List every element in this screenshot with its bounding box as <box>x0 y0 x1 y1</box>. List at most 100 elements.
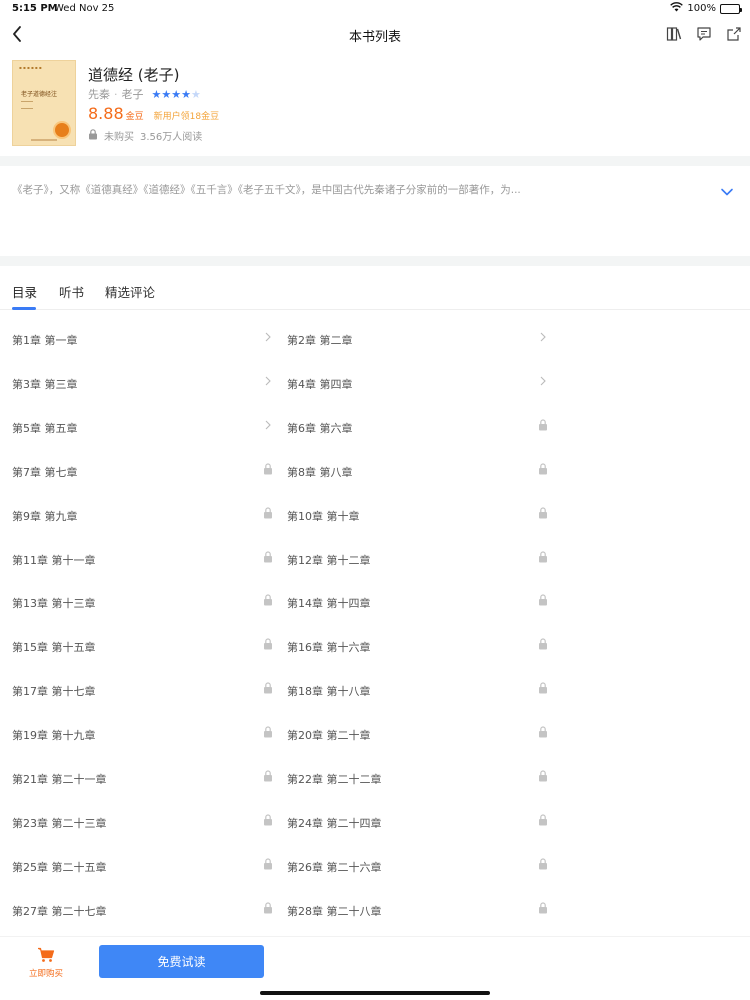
book-description: 《老子》，又称《道德真经》《道德经》《五千言》《老子五千文》，是中国古代先秦诸子… <box>12 184 521 196</box>
chapter-item[interactable]: 第5章 第五章 <box>12 404 274 448</box>
chapter-item[interactable]: 第25章 第二十五章 <box>12 843 274 887</box>
chapter-item[interactable]: 第12章 第十二章 <box>287 536 549 580</box>
buy-now-button[interactable]: 立即购买 <box>26 947 66 979</box>
lock-icon <box>537 725 549 739</box>
chevron-down-icon[interactable] <box>720 182 736 196</box>
chapter-item[interactable]: 第26章 第二十六章 <box>287 843 549 887</box>
chapter-label: 第22章 第二十二章 <box>287 773 382 786</box>
chapter-item[interactable]: 第20章 第二十章 <box>287 711 549 755</box>
lock-icon <box>262 681 274 695</box>
lock-icon <box>88 128 98 143</box>
chevron-right-icon <box>262 330 274 344</box>
chevron-right-icon <box>537 330 549 344</box>
share-icon[interactable] <box>724 24 744 44</box>
tab-listen[interactable]: 听书 <box>59 282 84 301</box>
lock-icon <box>537 506 549 520</box>
lock-icon <box>537 593 549 607</box>
lock-icon <box>262 637 274 651</box>
chapter-label: 第11章 第十一章 <box>12 553 96 567</box>
book-cover[interactable]: ▪ ▪ ▪ ▪ ▪ ▪ 老子道德经注 <box>12 60 76 146</box>
chapter-item[interactable]: 第6章 第六章 <box>287 404 549 448</box>
chapter-item[interactable]: 第13章 第十三章 <box>12 579 274 623</box>
purchase-status: 未购买 <box>104 132 134 143</box>
chapter-label: 第28章 第二十八章 <box>287 904 382 918</box>
chapter-label: 第15章 第十五章 <box>12 641 96 655</box>
meta-separator: · <box>114 87 118 101</box>
chapter-label: 第12章 第十二章 <box>287 553 371 567</box>
lock-icon <box>537 637 549 651</box>
chapter-label: 第13章 第十三章 <box>12 597 96 611</box>
rating-stars: ★ ★ ★ ★ ★ <box>152 88 201 101</box>
star-icon: ★ <box>191 87 201 101</box>
chapter-label: 第4章 第四章 <box>287 377 353 391</box>
tab-catalog[interactable]: 目录 <box>12 282 37 301</box>
chapter-item[interactable]: 第3章 第三章 <box>12 360 274 404</box>
chapter-label: 第16章 第十六章 <box>287 641 371 655</box>
chapter-item[interactable]: 第19章 第十九章 <box>12 711 274 755</box>
battery-percent: 100% <box>687 3 716 14</box>
lock-icon <box>262 506 274 520</box>
lock-icon <box>262 462 274 476</box>
promo-text[interactable]: 新用户领18金豆 <box>154 109 219 122</box>
chapter-label: 第6章 第六章 <box>287 421 353 435</box>
chapter-item[interactable]: 第14章 第十四章 <box>287 579 549 623</box>
lock-icon <box>262 813 274 827</box>
chapter-item[interactable]: 第2章 第二章 <box>287 316 549 360</box>
status-right: 100% <box>670 2 742 15</box>
chapter-item[interactable]: 第28章 第二十八章 <box>287 887 549 931</box>
chapter-item[interactable]: 第15章 第十五章 <box>12 623 274 667</box>
nav-actions <box>664 24 744 44</box>
home-indicator <box>260 991 490 995</box>
chapter-label: 第26章 第二十六章 <box>287 860 382 874</box>
chapter-label: 第25章 第二十五章 <box>12 860 107 874</box>
chapter-item[interactable]: 第23章 第二十三章 <box>12 799 274 843</box>
status-bar: 5:15 PM Wed Nov 25 100% <box>0 0 750 18</box>
status-date: Wed Nov 25 <box>54 3 115 14</box>
chapter-label: 第2章 第二章 <box>287 334 353 347</box>
chapter-item[interactable]: 第21章 第二十一章 <box>12 755 274 799</box>
chapter-item[interactable]: 第22章 第二十二章 <box>287 755 549 799</box>
book-meta: 先秦 · 老子 ★ ★ ★ ★ ★ <box>88 86 201 102</box>
chapter-item[interactable]: 第18章 第十八章 <box>287 667 549 711</box>
lock-icon <box>537 462 549 476</box>
chapter-item[interactable]: 第7章 第七章 <box>12 448 274 492</box>
chapter-label: 第5章 第五章 <box>12 421 78 435</box>
chapter-label: 第9章 第九章 <box>12 509 78 523</box>
chapter-item[interactable]: 第16章 第十六章 <box>287 623 549 667</box>
chapter-item[interactable]: 第24章 第二十四章 <box>287 799 549 843</box>
chapter-item[interactable]: 第4章 第四章 <box>287 360 549 404</box>
lock-icon <box>262 769 274 783</box>
chapter-label: 第24章 第二十四章 <box>287 816 382 830</box>
tab-reviews[interactable]: 精选评论 <box>105 282 155 301</box>
lock-icon <box>537 901 549 915</box>
free-trial-button[interactable]: 免费试读 <box>99 945 264 978</box>
star-icon: ★ <box>181 87 191 101</box>
lock-icon <box>537 769 549 783</box>
chapter-item[interactable]: 第1章 第一章 <box>12 316 274 360</box>
chapter-item[interactable]: 第8章 第八章 <box>287 448 549 492</box>
purchase-status-row: 未购买 3.56万人阅读 <box>88 128 202 143</box>
navigation-bar: 本书列表 <box>0 18 750 50</box>
chapter-item[interactable]: 第10章 第十章 <box>287 492 549 536</box>
cover-title: 老子道德经注 <box>21 91 58 98</box>
chapter-label: 第21章 第二十一章 <box>12 773 107 786</box>
star-icon: ★ <box>171 87 182 101</box>
comment-icon[interactable] <box>694 24 714 44</box>
book-author[interactable]: 老子 <box>122 86 144 102</box>
section-divider <box>0 256 750 266</box>
lock-icon <box>537 418 549 432</box>
lock-icon <box>262 857 274 871</box>
chevron-right-icon <box>262 418 274 432</box>
bookshelf-icon[interactable] <box>664 24 684 44</box>
lock-icon <box>262 901 274 915</box>
tab-bar: 目录 听书 精选评论 <box>0 278 750 310</box>
chapter-item[interactable]: 第11章 第十一章 <box>12 536 274 580</box>
chapter-item[interactable]: 第9章 第九章 <box>12 492 274 536</box>
cart-icon <box>37 947 55 963</box>
chapter-item[interactable]: 第17章 第十七章 <box>12 667 274 711</box>
chapter-label: 第14章 第十四章 <box>287 597 371 611</box>
chapter-label: 第1章 第一章 <box>12 334 78 347</box>
chapter-item[interactable]: 第27章 第二十七章 <box>12 887 274 931</box>
reader-count: 3.56万人阅读 <box>140 132 203 143</box>
lock-icon <box>537 550 549 564</box>
